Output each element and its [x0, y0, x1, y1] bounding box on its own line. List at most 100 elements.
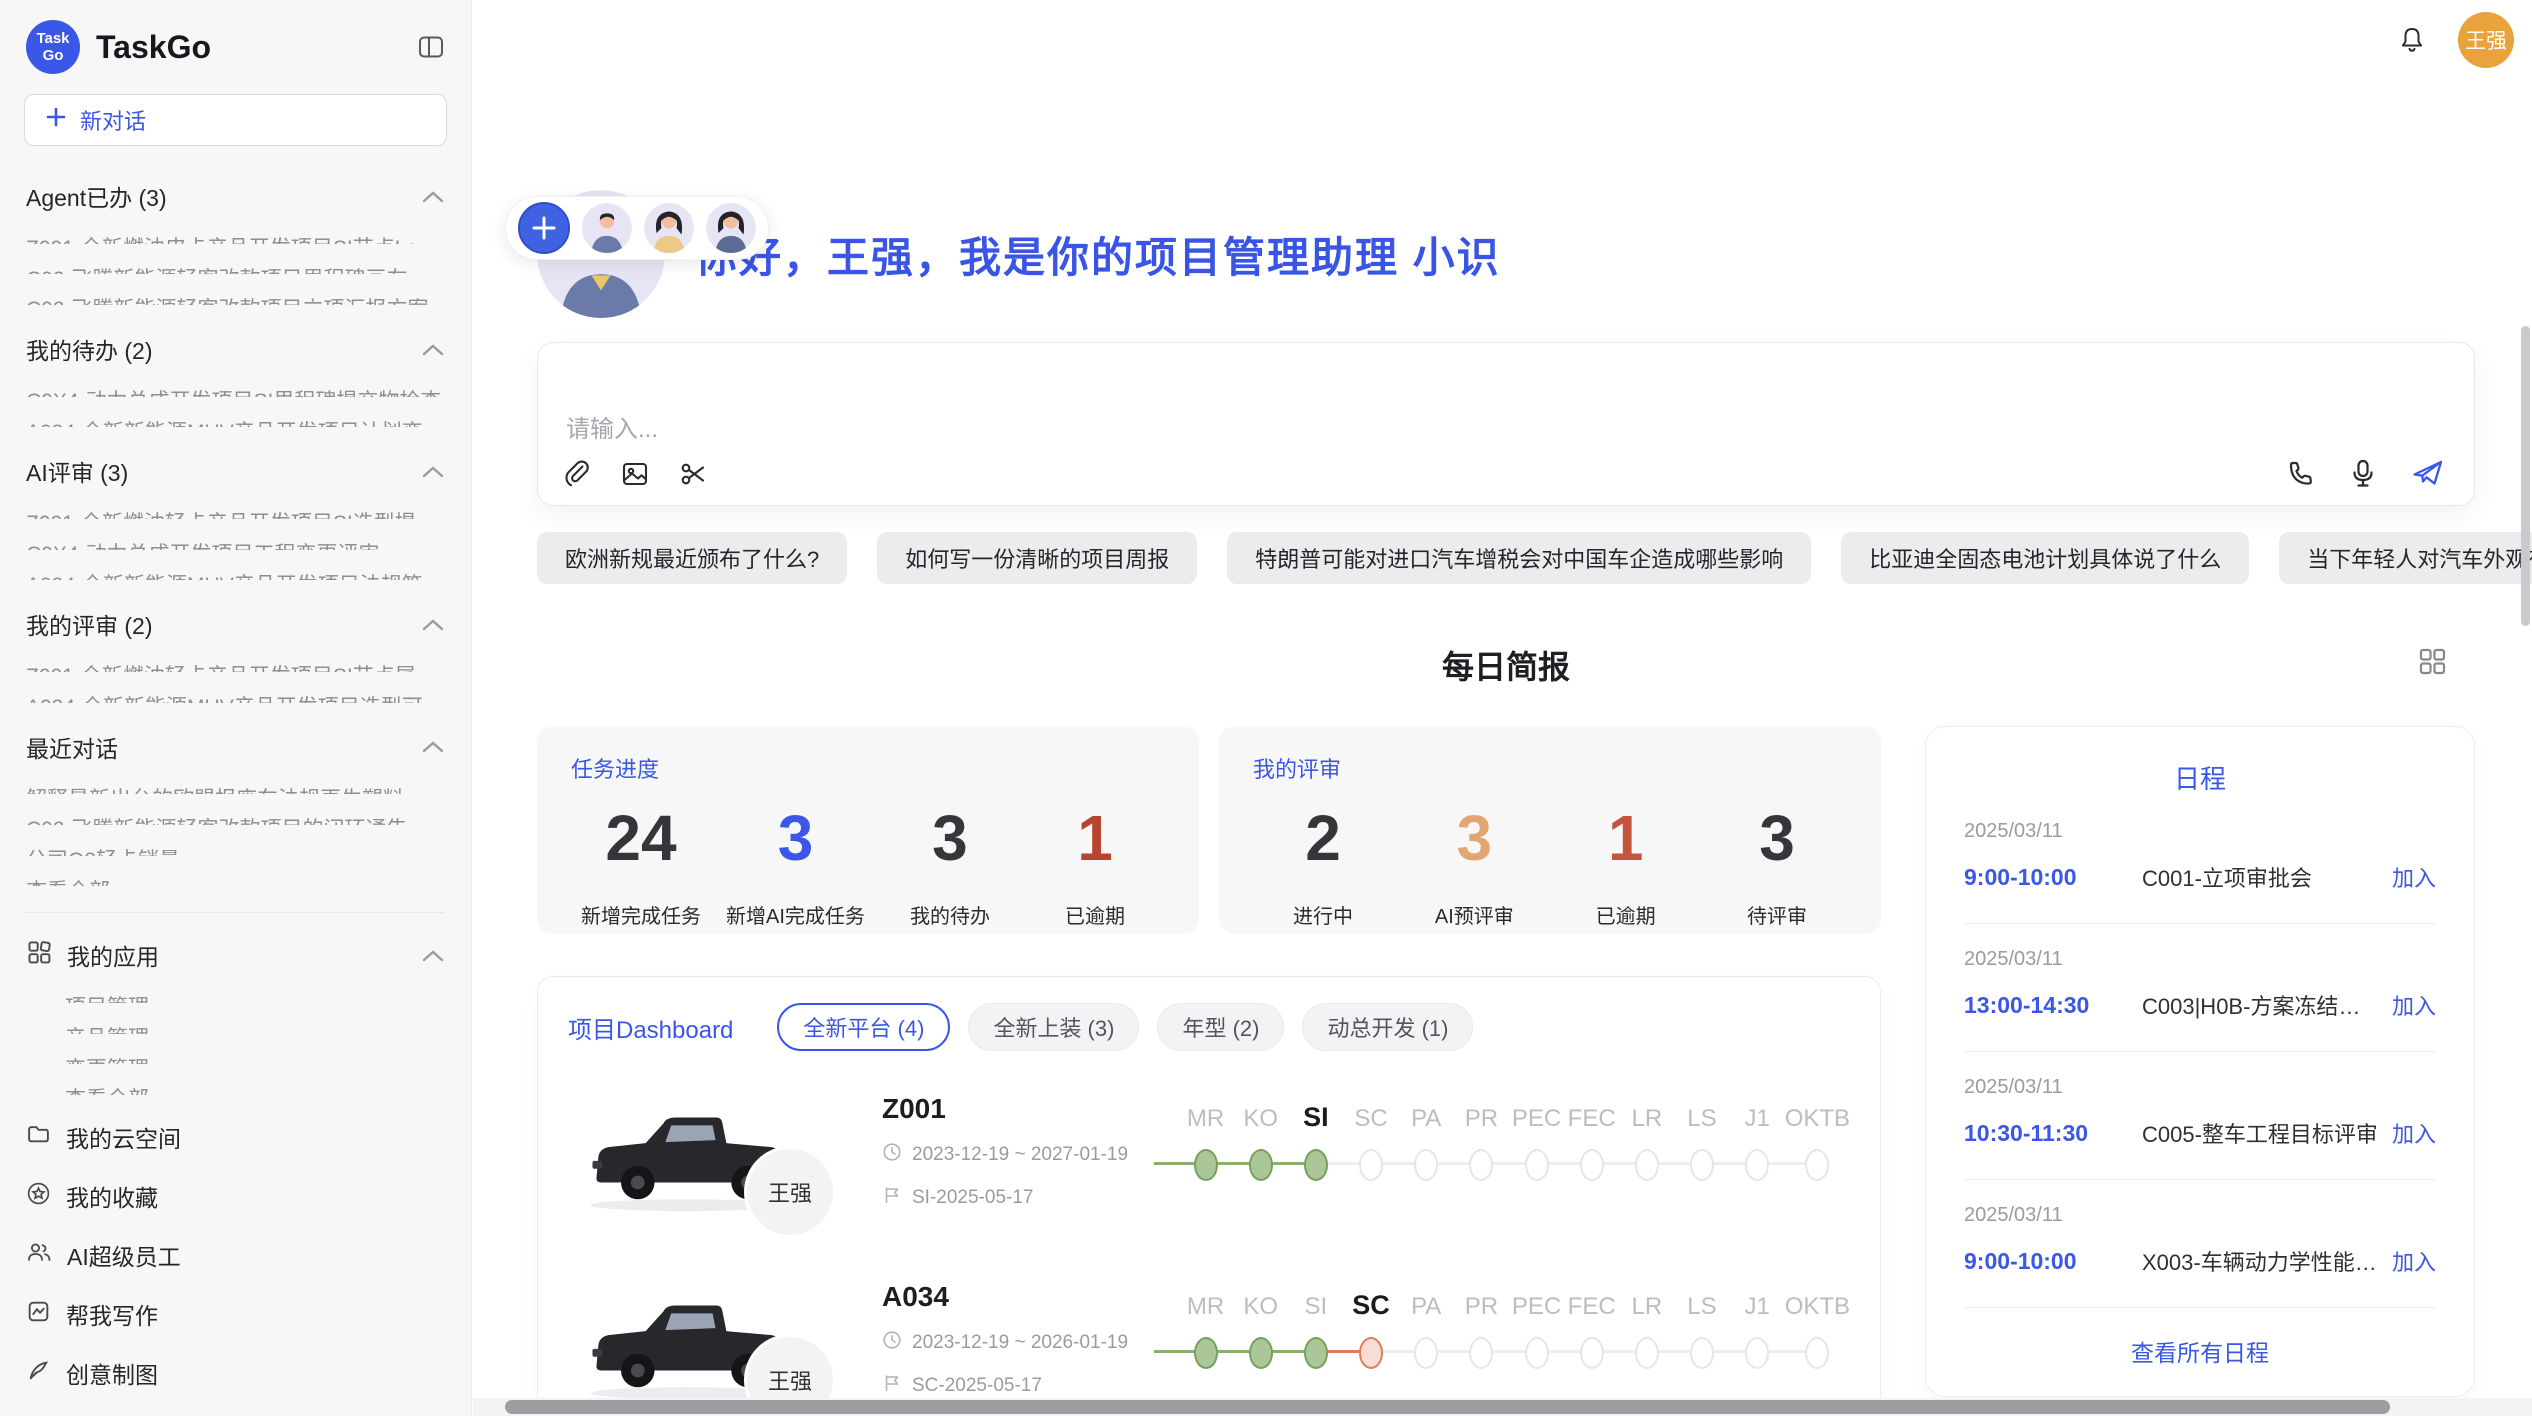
milestone-label: LS: [1687, 1287, 1716, 1321]
join-meeting-link[interactable]: 加入: [2392, 989, 2436, 1021]
send-icon[interactable]: [2410, 457, 2446, 489]
sidebar-section-header[interactable]: 我的评审 (2): [26, 607, 445, 641]
milestone-date-text: SI-2025-05-17: [912, 1187, 1033, 1209]
sidebar-task-item[interactable]: C0X4-动力总成开发项目工程变更评审: [26, 538, 445, 550]
dashboard-tab[interactable]: 年型 (2): [1157, 1003, 1284, 1051]
milestone-label: LS: [1687, 1099, 1716, 1133]
chat-input[interactable]: 请输入...: [537, 342, 2475, 506]
vertical-scrollbar-thumb[interactable]: [2521, 326, 2530, 626]
suggestion-chip[interactable]: 如何写一份清晰的项目周报: [877, 532, 1197, 584]
app-sub-item[interactable]: 项目管理: [65, 991, 445, 1003]
agent-avatar[interactable]: [582, 203, 632, 253]
sidebar-item-favorites[interactable]: 我的收藏: [26, 1179, 445, 1213]
sidebar-item-ai-staff[interactable]: AI超级员工: [26, 1238, 445, 1272]
recent-chat-item[interactable]: 解释最新出台的欧盟报废车法规再生塑料比例被调至15%...: [26, 783, 445, 795]
scissors-icon[interactable]: [678, 459, 708, 489]
sidebar-task-item[interactable]: Z001-全新燃油轻卡产品开发项目SI造型提交物评审: [26, 507, 445, 519]
schedule-meeting-title: X003-车辆动力学性能验...: [2142, 1245, 2378, 1277]
app-sub-item[interactable]: 查看全部...: [65, 1083, 445, 1095]
suggestion-chip[interactable]: 特朗普可能对进口汽车增税会对中国车企造成哪些影响: [1227, 532, 1811, 584]
new-chat-button[interactable]: 新对话: [24, 94, 447, 146]
app-logo: Task Go: [26, 20, 80, 74]
milestone-node: [1805, 1337, 1829, 1369]
stat-grid: 24新增完成任务3新增AI完成任务3我的待办1已逾期: [571, 798, 1165, 929]
milestone-track: MRKOSISCPAPRPECFECLRLSJ1OKTB: [1178, 1099, 1850, 1181]
image-icon[interactable]: [620, 459, 650, 489]
sidebar-task-item[interactable]: Z001-全新燃油轻卡产品开发项目SI节点属性5D文件评审: [26, 660, 445, 672]
schedule-meeting-title: C001-立项审批会: [2142, 861, 2378, 893]
sidebar-task-item[interactable]: A034-全新新能源MUV产品开发项目计划变更表编写: [26, 416, 445, 428]
sidebar-task-item[interactable]: A034-全新新能源MUV产品开发项目法规符合性评审: [26, 569, 445, 581]
sidebar-section-header[interactable]: 我的待办 (2): [26, 332, 445, 366]
recent-chat-item[interactable]: 公司Q3轻卡销量: [26, 844, 445, 856]
sidebar-task-item[interactable]: C02-飞腾新能源轻客改款项目里程碑画布: [26, 263, 445, 275]
app-sub-item[interactable]: 变更管理: [65, 1053, 445, 1065]
new-chat-label: 新对话: [80, 104, 146, 136]
sidebar: Task Go TaskGo 新对话 Agent已办 (3)Z001-全新燃油皮…: [0, 0, 472, 1416]
layout-grid-icon[interactable]: [2417, 646, 2447, 681]
milestone-label: KO: [1243, 1099, 1278, 1133]
milestone-node: [1414, 1337, 1438, 1369]
dashboard-tab[interactable]: 全新上装 (3): [968, 1003, 1139, 1051]
horizontal-scrollbar-thumb[interactable]: [505, 1400, 2390, 1414]
suggestion-chip[interactable]: 比亚迪全固态电池计划具体说了什么: [1841, 532, 2249, 584]
project-row[interactable]: 王强Z0012023-12-19 ~ 2027-01-19SI-2025-05-…: [568, 1077, 1850, 1227]
sidebar-section-title: Agent已办 (3): [26, 179, 167, 213]
sidebar-item-cloud-space[interactable]: 我的云空间: [26, 1120, 445, 1154]
stat-cell: 1已逾期: [1566, 798, 1686, 929]
milestone-node: [1304, 1149, 1328, 1181]
sidebar-task-item[interactable]: Z001-全新燃油皮卡产品开发项目SI节点Lesson Learn报告: [26, 232, 445, 244]
milestone-node: [1359, 1149, 1383, 1181]
suggestion-chip[interactable]: 欧洲新规最近颁布了什么?: [537, 532, 847, 584]
attach-icon[interactable]: [562, 459, 592, 489]
join-meeting-link[interactable]: 加入: [2392, 861, 2436, 893]
recent-chat-item[interactable]: C02-飞腾新能源轻客改款项目的闭环通告反馈情况: [26, 813, 445, 825]
milestone-node: [1745, 1337, 1769, 1369]
sidebar-collapse-icon[interactable]: [417, 33, 445, 61]
phone-icon[interactable]: [2284, 457, 2316, 489]
suggestion-chip[interactable]: 当下年轻人对汽车外观有怎样的喜好趋势: [2279, 532, 2532, 584]
sidebar-nav: Agent已办 (3) Z001-全新燃油皮卡产品开发项目SI节点Lesson L…: [0, 152, 471, 1213]
sidebar-divider: [26, 912, 445, 913]
milestone: PR: [1454, 1099, 1509, 1181]
stat-card: 我的评审2进行中3AI预评审1已逾期3待评审: [1219, 726, 1881, 934]
sidebar-item-my-apps[interactable]: 我的应用: [26, 938, 445, 972]
sidebar-section-header[interactable]: Agent已办 (3): [26, 179, 445, 213]
view-all-schedule-link[interactable]: 查看所有日程: [1964, 1308, 2436, 1376]
microphone-icon[interactable]: [2348, 457, 2378, 489]
milestone: PEC: [1509, 1099, 1564, 1181]
project-code: Z001: [882, 1093, 1178, 1125]
sidebar-section-header[interactable]: 最近对话: [26, 730, 445, 764]
schedule-time: 10:30-11:30: [1964, 1120, 2122, 1147]
sidebar-item-help-write[interactable]: 帮我写作: [26, 1297, 445, 1331]
chevron-up-icon: [421, 183, 445, 210]
plus-icon: [45, 106, 67, 134]
schedule-meeting-title: C003|H0B-方案冻结评审: [2142, 989, 2378, 1021]
notification-bell-icon[interactable]: [2396, 24, 2428, 56]
new-agent-button[interactable]: [518, 202, 570, 254]
agent-avatar[interactable]: [706, 203, 756, 253]
project-date-range: 2023-12-19 ~ 2026-01-19: [882, 1330, 1178, 1356]
join-meeting-link[interactable]: 加入: [2392, 1245, 2436, 1277]
project-row[interactable]: 王强A0342023-12-19 ~ 2026-01-19SC-2025-05-…: [568, 1265, 1850, 1415]
sidebar-task-item[interactable]: C02-飞腾新能源轻客改款项目立项汇报方案: [26, 293, 445, 305]
dashboard-tab[interactable]: 动总开发 (1): [1302, 1003, 1473, 1051]
sidebar-section-header[interactable]: AI评审 (3): [26, 454, 445, 488]
milestone-node: [1580, 1337, 1604, 1369]
agent-avatar[interactable]: [644, 203, 694, 253]
view-all-chats-link[interactable]: 查看全部...: [26, 875, 445, 887]
join-meeting-link[interactable]: 加入: [2392, 1117, 2436, 1149]
sidebar-item-creative-draw[interactable]: 创意制图: [26, 1356, 445, 1390]
app-sub-item[interactable]: 产品管理: [65, 1022, 445, 1034]
sidebar-task-item[interactable]: A034-全新新能源MUV产品开发项目造型可行性评审: [26, 691, 445, 703]
milestone: LR: [1619, 1099, 1674, 1181]
date-range-text: 2023-12-19 ~ 2027-01-19: [912, 1144, 1128, 1166]
milestone: FEC: [1564, 1099, 1619, 1181]
sidebar-task-item[interactable]: C0X4-动力总成开发项目SI里程碑提交物检查: [26, 385, 445, 397]
user-avatar[interactable]: 王强: [2458, 12, 2514, 68]
stat-cards: 任务进度24新增完成任务3新增AI完成任务3我的待办1已逾期我的评审2进行中3A…: [537, 726, 1881, 934]
stat-cell: 3待评审: [1717, 798, 1837, 929]
milestone-node: [1745, 1149, 1769, 1181]
dashboard-tab[interactable]: 全新平台 (4): [777, 1003, 950, 1051]
schedule-card: 日程 2025/03/119:00-10:00C001-立项审批会加入2025/…: [1925, 726, 2475, 1397]
